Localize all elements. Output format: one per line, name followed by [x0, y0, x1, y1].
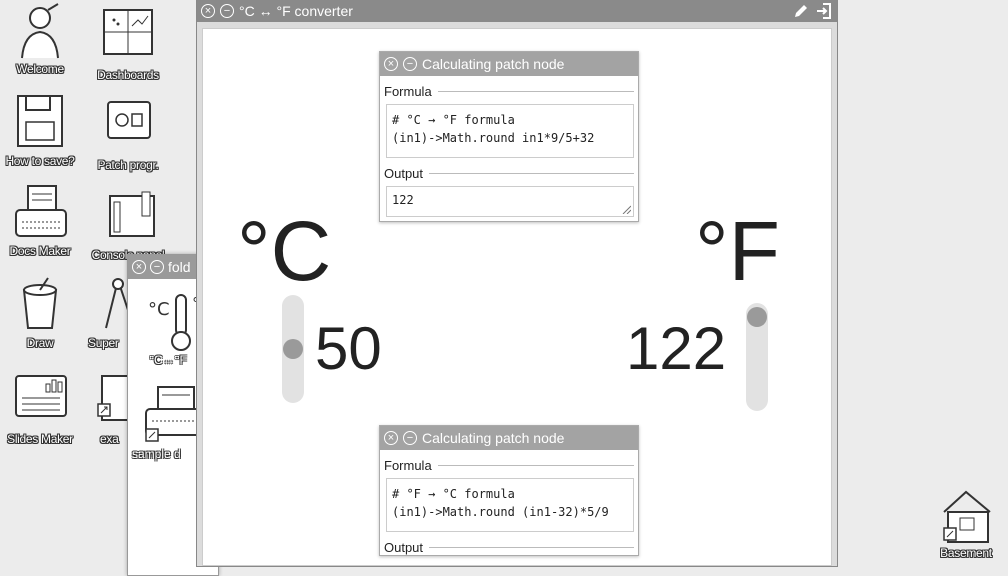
converter-window-titlebar[interactable]: × − °C ↔ °F converter	[197, 0, 837, 22]
output-section: Output	[380, 158, 638, 181]
floppy-disk-icon	[8, 94, 72, 152]
document-shortcut-icon	[94, 372, 128, 430]
close-button[interactable]: ×	[132, 260, 146, 274]
patch-node-title: Calculating patch node	[422, 56, 565, 72]
house-icon	[934, 488, 998, 544]
desktop-icon-label: Super	[88, 336, 119, 350]
desktop-icon-label: Docs Maker	[9, 244, 71, 258]
console-panel-icon	[96, 188, 160, 246]
celsius-unit-label: °C	[237, 204, 332, 298]
patch-node-titlebar[interactable]: × − Calculating patch node	[380, 52, 638, 76]
minimize-button[interactable]: −	[403, 431, 417, 445]
patch-node-titlebar[interactable]: × − Calculating patch node	[380, 426, 638, 450]
desktop-icon-basement[interactable]: Basement	[926, 488, 1006, 560]
output-value: 122	[392, 193, 414, 207]
output-field[interactable]: 122	[386, 186, 634, 217]
minimize-button[interactable]: −	[220, 4, 234, 18]
formula-line: (in1)->Math.round (in1-32)*5/9	[392, 505, 609, 519]
close-button[interactable]: ×	[384, 431, 398, 445]
svg-text:°C: °C	[148, 299, 170, 320]
formula-label: Formula	[384, 458, 432, 473]
person-icon	[8, 2, 72, 60]
formula-editor[interactable]: # °F → °C formula (in1)->Math.round (in1-…	[386, 478, 634, 532]
converter-window-title: °C ↔ °F converter	[239, 3, 353, 19]
minimize-button[interactable]: −	[403, 57, 417, 71]
typewriter-icon	[8, 184, 72, 242]
celsius-slider-knob[interactable]	[283, 339, 303, 359]
pencil-icon[interactable]	[792, 2, 810, 20]
desktop-icon-console-panel[interactable]: Console panel	[88, 188, 168, 262]
formula-label: Formula	[384, 84, 432, 99]
resize-handle-icon[interactable]	[621, 204, 631, 214]
desktop-icon-exa[interactable]: exa	[82, 372, 128, 446]
desktop-icon-patch-progr[interactable]: Patch progr.	[88, 98, 168, 172]
formula-line: # °C → °F formula	[392, 113, 515, 127]
desktop-icon-label: Patch progr.	[97, 158, 159, 172]
close-button[interactable]: ×	[384, 57, 398, 71]
formula-line: # °F → °C formula	[392, 487, 515, 501]
output-section: Output	[380, 532, 638, 555]
desktop-icon-super[interactable]: Super	[78, 276, 128, 350]
divider	[429, 547, 634, 548]
fahrenheit-unit-label: °F	[695, 204, 780, 298]
desktop-icon-label: exa	[100, 432, 119, 446]
desktop-icon-welcome[interactable]: Welcome	[0, 2, 80, 76]
dashboard-icon	[96, 8, 160, 66]
divider	[429, 173, 634, 174]
exit-icon[interactable]	[815, 2, 833, 20]
patch-node-f-to-c[interactable]: × − Calculating patch node Formula # °F …	[379, 425, 639, 556]
desktop-icon-docs-maker[interactable]: Docs Maker	[0, 184, 80, 258]
desktop-icon-how-to-save[interactable]: How to save?	[0, 94, 80, 168]
desktop-icon-dashboards[interactable]: Dashboards	[88, 8, 168, 82]
desktop-icon-label: Basement	[940, 546, 992, 560]
celsius-slider[interactable]	[282, 295, 304, 403]
slides-icon	[8, 372, 72, 430]
formula-section: Formula	[380, 76, 638, 99]
patch-icon	[96, 98, 160, 156]
formula-line: (in1)->Math.round in1*9/5+32	[392, 131, 595, 145]
desktop-icon-draw[interactable]: Draw	[0, 276, 80, 350]
output-label: Output	[384, 540, 424, 555]
fahrenheit-slider-knob[interactable]	[747, 307, 767, 327]
paint-bucket-icon	[8, 276, 72, 334]
desktop-icon-label: Slides Maker	[7, 432, 73, 446]
close-button[interactable]: ×	[201, 4, 215, 18]
formula-section: Formula	[380, 450, 638, 473]
patch-node-c-to-f[interactable]: × − Calculating patch node Formula # °C …	[379, 51, 639, 222]
desktop-icon-label: How to save?	[5, 154, 75, 168]
desktop-icon-slides-maker[interactable]: Slides Maker	[0, 372, 80, 446]
patch-node-title: Calculating patch node	[422, 430, 565, 446]
divider	[437, 465, 634, 466]
formula-editor[interactable]: # °C → °F formula (in1)->Math.round in1*9…	[386, 104, 634, 158]
super-icon	[98, 276, 128, 334]
desktop-icon-label: Draw	[26, 336, 54, 350]
minimize-button[interactable]: −	[150, 260, 164, 274]
folder-window-title: fold	[168, 259, 191, 275]
fahrenheit-value: 122	[626, 315, 727, 382]
output-label: Output	[384, 166, 424, 181]
fahrenheit-slider[interactable]	[746, 303, 768, 411]
divider	[437, 91, 634, 92]
celsius-value: 50	[315, 315, 382, 382]
desktop-icon-label: Dashboards	[97, 68, 159, 82]
desktop-icon-label: Welcome	[16, 62, 64, 76]
